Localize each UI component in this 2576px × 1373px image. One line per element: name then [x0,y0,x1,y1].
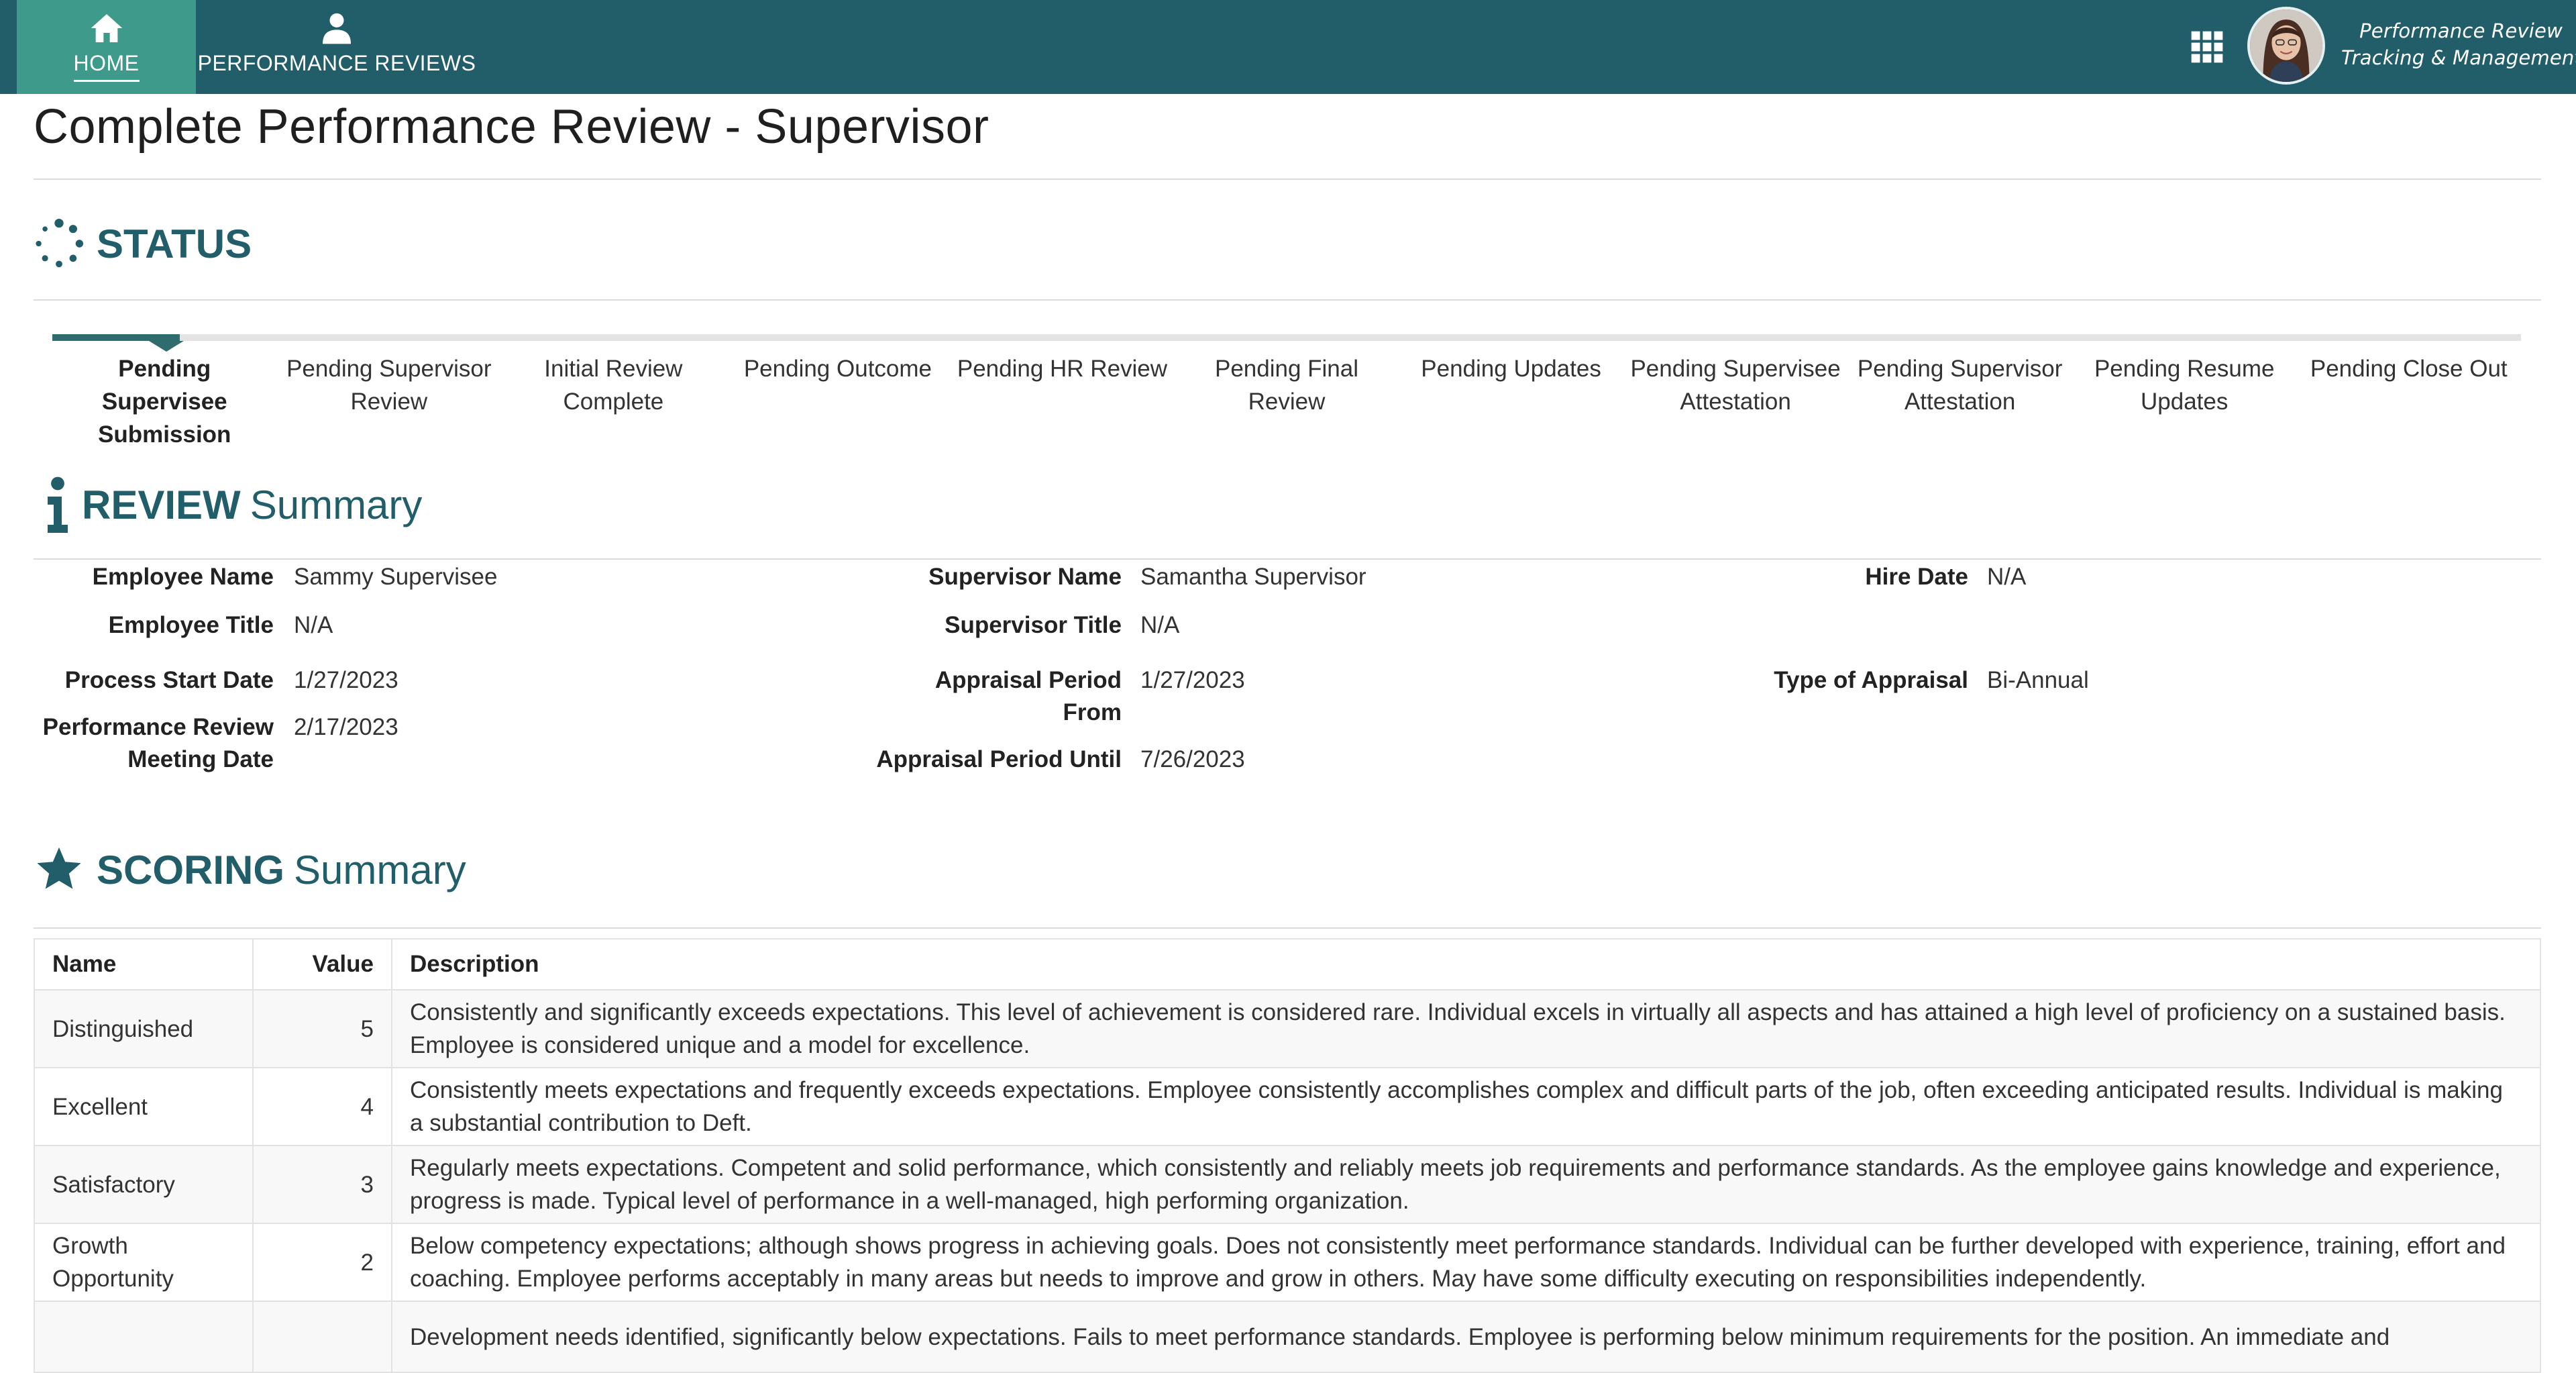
brand-logo: Performance Review Tracking & Management [2341,17,2576,71]
divider [34,299,2541,301]
user-icon [323,13,351,44]
table-row: Growth Opportunity 2 Below competency ex… [34,1223,2541,1302]
score-value-cell: 5 [252,989,392,1068]
review-summary-heading: REVIEW Summary [46,476,422,533]
process-start-date-value: 1/27/2023 [294,667,398,693]
status-progress-track [52,334,2521,341]
status-step: Pending Supervisor Review [286,356,492,415]
top-navigation-bar: HOME PERFORMANCE REVIEWS Performance Rev… [0,0,2576,94]
supervisor-title-value: N/A [1140,612,1180,638]
brand-line-2: Tracking & Management [2341,46,2576,69]
status-step: Pending Final Review [1214,356,1359,415]
appraisal-period-until-label: Appraisal Period Until [876,746,1122,772]
score-name-cell [34,1301,254,1373]
review-heading-bold: REVIEW [82,482,241,527]
status-step: Pending Supervisee Submission [98,356,231,448]
nav-home-label: HOME [73,51,140,82]
scoring-summary-heading: SCORING Summary [34,844,466,895]
score-description-cell: Regularly meets expectations. Competent … [391,1145,2541,1224]
score-value-cell: 2 [252,1223,392,1302]
supervisor-name-label: Supervisor Name [928,564,1122,590]
score-value-cell [252,1301,392,1373]
brand-line-1: Performance Review [2359,19,2563,42]
status-step: Initial Review Complete [544,356,683,415]
score-description-cell: Below competency expectations; although … [391,1223,2541,1302]
supervisor-name-value: Samantha Supervisor [1140,564,1366,590]
type-of-appraisal-label: Type of Appraisal [1774,667,1968,693]
status-steps: Pending Supervisee Submission Pending Su… [52,352,2521,451]
scoring-heading-bold: SCORING [97,847,285,893]
avatar-image [2250,9,2322,82]
score-name-cell: Excellent [34,1067,254,1146]
scoring-heading-light: Summary [294,847,466,893]
status-heading: STATUS [34,217,252,270]
status-step: Pending Resume Updates [2094,356,2275,415]
review-heading-light: Summary [250,482,423,527]
avatar[interactable] [2247,7,2325,85]
info-icon [48,476,68,533]
status-step: Pending Close Out [2310,356,2508,382]
table-row: Satisfactory 3 Regularly meets expectati… [34,1145,2541,1224]
score-name-cell: Growth Opportunity [34,1223,254,1302]
table-row: Development needs identified, significan… [34,1301,2541,1373]
score-value-cell: 3 [252,1145,392,1224]
employee-title-value: N/A [294,612,333,638]
table-header-row: Name Value Description [34,938,2541,990]
nav-performance-reviews[interactable]: PERFORMANCE REVIEWS [196,0,478,94]
employee-name-label: Employee Name [92,564,274,590]
nav-home[interactable]: HOME [17,0,196,94]
table-row: Excellent 4 Consistently meets expectati… [34,1067,2541,1146]
status-progress-active [52,334,180,341]
status-step: Pending HR Review [957,356,1168,382]
column-header-description[interactable]: Description [391,938,2541,990]
hire-date-value: N/A [1987,564,2027,590]
type-of-appraisal-value: Bi-Annual [1987,667,2089,693]
status-step: Pending Outcome [743,356,932,382]
supervisor-title-label: Supervisor Title [945,612,1122,638]
score-description-cell: Consistently and significantly exceeds e… [391,989,2541,1068]
column-header-name[interactable]: Name [34,938,254,990]
divider [34,927,2541,929]
column-header-value[interactable]: Value [252,938,392,990]
divider [34,558,2541,560]
score-description-cell: Consistently meets expectations and freq… [391,1067,2541,1146]
spinner-icon [36,218,84,268]
divider [34,179,2541,180]
status-step: Pending Updates [1421,356,1601,382]
status-progress-indicator [149,341,184,352]
table-row: Distinguished 5 Consistently and signifi… [34,989,2541,1068]
process-start-date-label: Process Start Date [64,667,274,693]
appraisal-period-from-value: 1/27/2023 [1140,667,1245,693]
scoring-table: Name Value Description Distinguished 5 C… [34,938,2541,1373]
star-icon [37,847,81,889]
employee-name-value: Sammy Supervisee [294,564,498,590]
meeting-date-label: Performance Review Meeting Date [42,714,274,772]
score-value-cell: 4 [252,1067,392,1146]
page-title: Complete Performance Review - Supervisor [34,100,989,154]
status-step: Pending Supervisor Attestation [1857,356,2063,415]
meeting-date-value: 2/17/2023 [294,714,398,740]
score-description-cell: Development needs identified, significan… [391,1301,2541,1373]
score-name-cell: Satisfactory [34,1145,254,1224]
home-icon [91,14,122,42]
status-heading-text: STATUS [97,221,252,266]
grid-icon[interactable] [2188,28,2226,66]
appraisal-period-from-label: Appraisal Period From [934,667,1122,725]
score-name-cell: Distinguished [34,989,254,1068]
status-step: Pending Supervisee Attestation [1630,356,1841,415]
appraisal-period-until-value: 7/26/2023 [1140,746,1245,772]
hire-date-label: Hire Date [1865,564,1968,590]
employee-title-label: Employee Title [108,612,274,638]
nav-performance-reviews-label: PERFORMANCE REVIEWS [197,51,476,75]
